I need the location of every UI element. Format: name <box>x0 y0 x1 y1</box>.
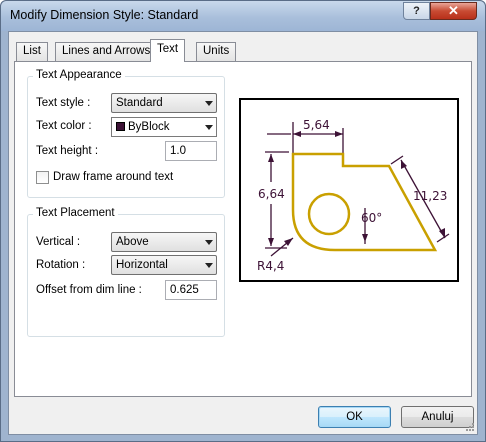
text-color-label: Text color : <box>36 120 92 132</box>
text-style-value: Standard <box>116 97 163 109</box>
draw-frame-label: Draw frame around text <box>53 171 174 183</box>
offset-label: Offset from dim line : <box>36 284 142 296</box>
text-tab-panel: Text Appearance Text style : Standard Te… <box>14 61 472 397</box>
resize-grip-icon[interactable] <box>465 422 475 432</box>
tab-text[interactable]: Text <box>150 39 186 62</box>
help-button[interactable]: ? <box>403 2 430 20</box>
vertical-value: Above <box>116 236 149 248</box>
text-color-dropdown[interactable]: ByBlock <box>111 117 217 137</box>
cancel-button[interactable]: Anuluj <box>401 406 474 428</box>
dimension-preview: 5,64 6,64 11,23 60° R4,4 <box>239 98 459 282</box>
dialog-window: Modify Dimension Style: Standard ? ✕ Lis… <box>0 0 486 442</box>
vertical-label: Vertical : <box>36 236 81 248</box>
color-swatch-icon <box>116 122 125 131</box>
text-placement-group: Text Placement Vertical : Above Rotation… <box>27 207 225 337</box>
chevron-down-icon <box>205 263 213 268</box>
dim-radius-label: R4,4 <box>257 259 284 273</box>
text-appearance-group: Text Appearance Text style : Standard Te… <box>27 69 225 198</box>
dim-top-label: 5,64 <box>303 118 330 132</box>
text-height-input[interactable]: 1.0 <box>165 141 217 161</box>
vertical-dropdown[interactable]: Above <box>111 232 217 252</box>
title-bar[interactable]: Modify Dimension Style: Standard ? ✕ <box>1 1 485 31</box>
tab-units[interactable]: Units <box>196 42 237 61</box>
preview-drawing: 5,64 6,64 11,23 60° R4,4 <box>257 118 450 273</box>
text-appearance-title: Text Appearance <box>33 69 125 81</box>
chevron-down-icon <box>205 101 213 106</box>
offset-input[interactable]: 0.625 <box>165 280 217 300</box>
dialog-client-area: List Lines and Arrows Text Units Text Ap… <box>8 31 478 435</box>
dim-angle-label: 60° <box>361 211 382 225</box>
tab-list[interactable]: List <box>16 42 48 61</box>
window-title: Modify Dimension Style: Standard <box>10 8 199 22</box>
rotation-dropdown[interactable]: Horizontal <box>111 255 217 275</box>
dim-diag-label: 11,23 <box>413 189 447 203</box>
text-style-label: Text style : <box>36 97 91 109</box>
draw-frame-checkbox[interactable] <box>36 171 49 184</box>
chevron-down-icon <box>205 240 213 245</box>
text-style-dropdown[interactable]: Standard <box>111 93 217 113</box>
ok-button[interactable]: OK <box>318 406 391 428</box>
rotation-label: Rotation : <box>36 259 86 271</box>
close-button[interactable]: ✕ <box>430 2 477 20</box>
text-placement-title: Text Placement <box>33 207 118 219</box>
tab-lines-and-arrows[interactable]: Lines and Arrows <box>55 42 158 61</box>
rotation-value: Horizontal <box>116 259 168 271</box>
text-color-value: ByBlock <box>128 121 170 133</box>
dim-left-label: 6,64 <box>258 187 285 201</box>
text-height-label: Text height : <box>36 145 99 157</box>
chevron-down-icon <box>205 125 213 130</box>
